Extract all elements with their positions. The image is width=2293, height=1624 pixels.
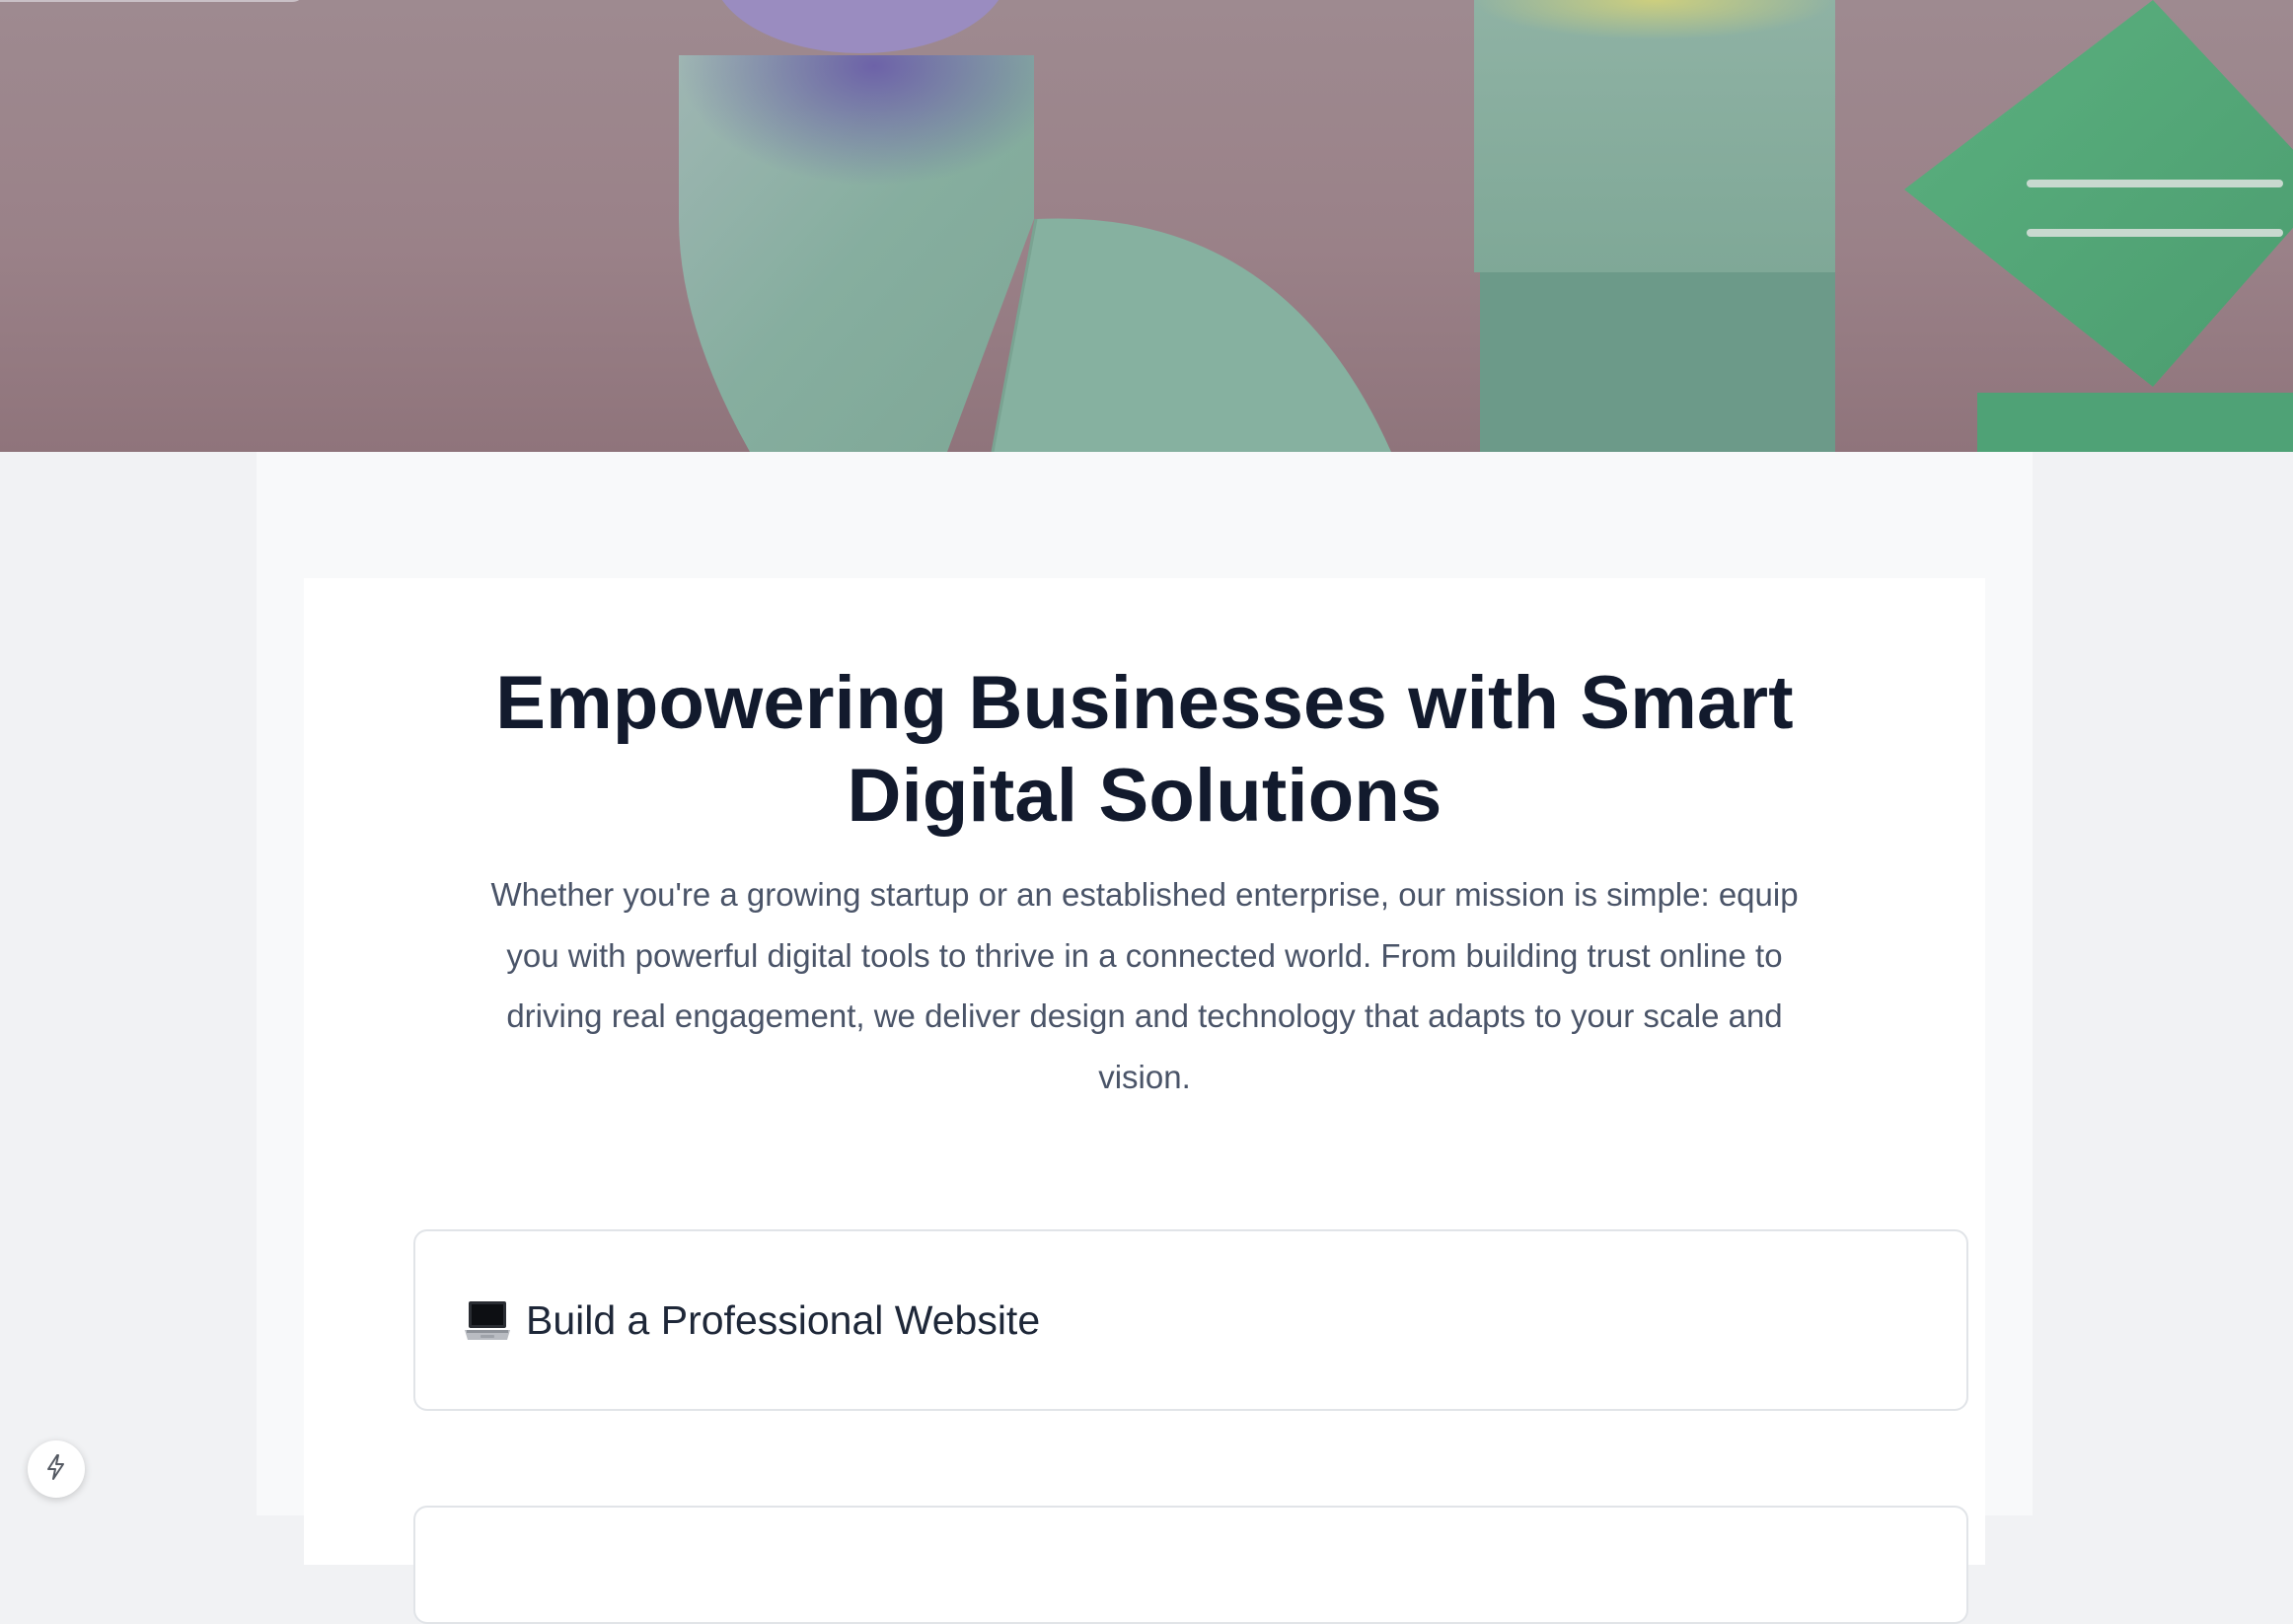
feature-card-build-website[interactable]: Build a Professional Website — [413, 1229, 1968, 1411]
purple-sphere-shape — [721, 0, 999, 53]
laptop-icon — [463, 1295, 512, 1345]
top-pill-button[interactable] — [0, 0, 306, 2]
page-headline: Empowering Businesses with Smart Digital… — [304, 657, 1985, 843]
feature-card-next[interactable] — [413, 1506, 1968, 1624]
feature-title: Build a Professional Website — [526, 1296, 1041, 1343]
purple-glow — [679, 55, 1034, 272]
hero-banner-image — [0, 0, 2293, 452]
hero-illustration — [679, 0, 2293, 452]
main-column: Empowering Businesses with Smart Digital… — [257, 452, 2033, 1624]
content-card: Empowering Businesses with Smart Digital… — [304, 578, 1985, 1624]
lightning-bolt-icon — [41, 1452, 71, 1487]
headline-line-1: Empowering Businesses with Smart — [495, 661, 1794, 745]
intro-paragraph: Whether you're a growing startup or an e… — [490, 876, 1799, 1095]
green-base-shape — [1977, 393, 2293, 452]
column-bottom-shape — [1480, 272, 1835, 452]
quarter-disc-shape — [993, 218, 1391, 452]
yellow-glow — [1474, 0, 1835, 79]
headline-line-2: Digital Solutions — [847, 754, 1442, 838]
green-diamond-shape — [1904, 0, 2293, 387]
floating-bolt-button[interactable] — [28, 1440, 85, 1498]
